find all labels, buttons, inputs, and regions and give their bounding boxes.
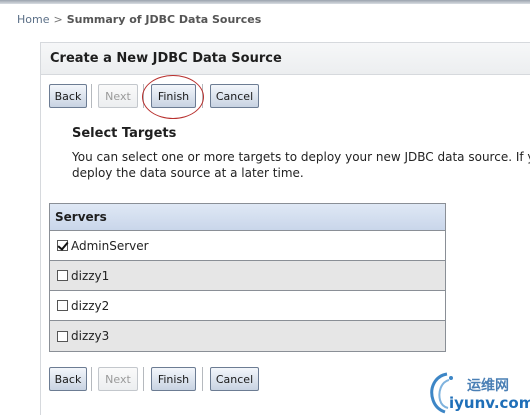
button-divider (202, 84, 203, 108)
server-name: dizzy2 (71, 298, 110, 313)
breadcrumb-current: Summary of JDBC Data Sources (66, 13, 262, 26)
watermark-url-text: iyunv.com (449, 394, 530, 412)
back-button[interactable]: Back (49, 367, 87, 391)
servers-column-header: Servers (50, 204, 445, 231)
button-divider (202, 367, 203, 391)
page-title: Create a New JDBC Data Source (50, 51, 282, 66)
cancel-button[interactable]: Cancel (210, 84, 259, 108)
dizzy1-checkbox[interactable] (57, 270, 68, 281)
servers-table: Servers AdminServer dizzy1 dizzy2 dizzy3 (49, 203, 446, 352)
breadcrumb: Home > Summary of JDBC Data Sources (17, 13, 261, 26)
button-divider (91, 367, 92, 391)
button-divider (91, 84, 92, 108)
description-line: deploy the data source at a later time. (72, 166, 304, 180)
adminserver-checkbox[interactable] (57, 240, 68, 251)
watermark-chinese-text: 运维网 (467, 378, 509, 394)
cancel-button[interactable]: Cancel (210, 367, 259, 391)
breadcrumb-home-link[interactable]: Home (17, 13, 49, 26)
next-button[interactable]: Next (98, 84, 138, 108)
dizzy2-checkbox[interactable] (57, 300, 68, 311)
server-row-dizzy3[interactable]: dizzy3 (50, 321, 445, 351)
panel-header: Create a New JDBC Data Source (41, 43, 530, 75)
server-row-dizzy2[interactable]: dizzy2 (50, 291, 445, 321)
select-targets-heading: Select Targets (72, 126, 177, 141)
server-name: AdminServer (71, 238, 149, 253)
server-name: dizzy1 (71, 268, 110, 283)
finish-button[interactable]: Finish (151, 84, 196, 108)
site-watermark: 运维网 iyunv.com (425, 370, 530, 416)
server-row-dizzy1[interactable]: dizzy1 (50, 261, 445, 291)
button-divider (143, 367, 144, 391)
create-datasource-panel: Create a New JDBC Data Source Back Next … (40, 42, 530, 415)
back-button[interactable]: Back (49, 84, 87, 108)
top-edge-bar (0, 0, 530, 4)
finish-button[interactable]: Finish (151, 367, 196, 391)
button-divider (143, 84, 144, 108)
server-name: dizzy3 (71, 329, 110, 343)
server-row-adminserver[interactable]: AdminServer (50, 231, 445, 261)
select-targets-description: You can select one or more targets to de… (72, 149, 530, 181)
dizzy3-checkbox[interactable] (57, 330, 68, 342)
breadcrumb-separator: > (53, 13, 63, 26)
description-line: You can select one or more targets to de… (72, 150, 530, 164)
next-button[interactable]: Next (98, 367, 138, 391)
